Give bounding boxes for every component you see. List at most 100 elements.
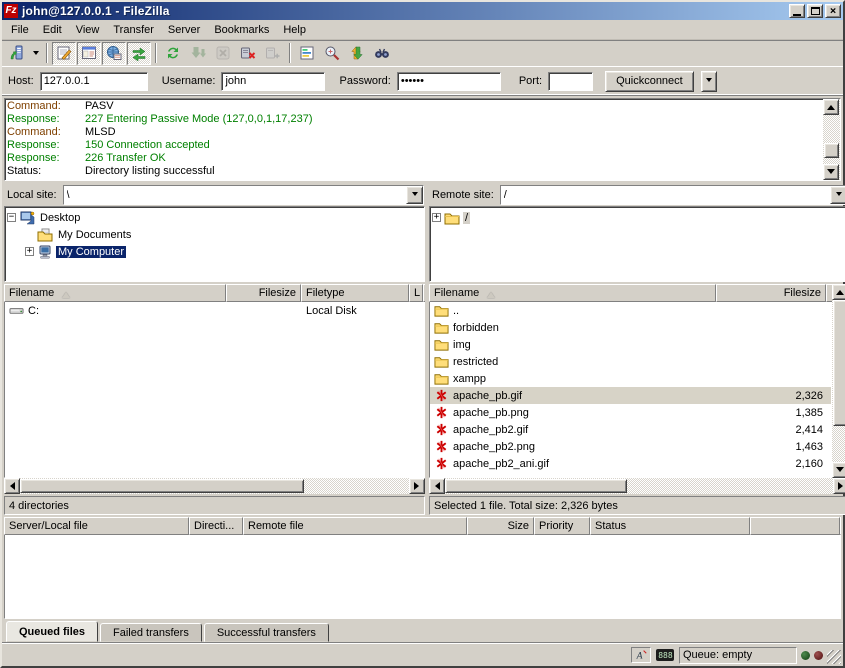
file-row-xampp[interactable]: xampp [430,370,831,387]
title-bar[interactable]: Fz john@127.0.0.1 - FileZilla × [2,2,843,20]
menu-item-view[interactable]: View [69,22,107,38]
remote-hscrollbar[interactable] [429,478,845,494]
close-button[interactable]: × [825,4,841,18]
file-row-apache-pb2-gif[interactable]: apache_pb2.gif2,414 [430,421,831,438]
local-site-input[interactable] [64,186,406,204]
tree-item-label: Desktop [38,212,82,224]
password-input[interactable] [397,72,501,91]
menu-item-file[interactable]: File [4,22,36,38]
quickconnect-dropdown-button[interactable] [701,71,717,92]
refresh-button[interactable] [161,42,185,65]
column-header-server-local-file[interactable]: Server/Local file [4,517,189,535]
remote-site-input[interactable] [501,186,830,204]
username-input[interactable] [221,72,325,91]
tab-queued-files[interactable]: Queued files [6,621,98,642]
file-row-c-[interactable]: C:Local Disk [5,302,424,319]
scroll-up-button[interactable] [832,284,845,300]
file-row-apache-pb2-ani-gif[interactable]: apache_pb2_ani.gif2,160 [430,455,831,472]
column-header-filename[interactable]: Filename [429,284,716,302]
scroll-track[interactable] [823,115,840,164]
scroll-left-button[interactable] [4,478,20,494]
column-header-remote-file[interactable]: Remote file [243,517,467,535]
log-line-text: MLSD [85,126,116,139]
filename-cell: .. [430,302,717,319]
menu-item-edit[interactable]: Edit [36,22,69,38]
remote-vscrollbar[interactable] [832,284,845,478]
minimize-button[interactable] [789,4,805,18]
scroll-left-button[interactable] [429,478,445,494]
filename-cell: apache_pb2.gif [430,421,717,438]
column-header-spacer[interactable] [750,517,840,535]
tree-item-my-documents[interactable]: My Documents [7,226,424,243]
menu-item-transfer[interactable]: Transfer [106,22,161,38]
resize-grip[interactable] [827,650,841,664]
scroll-thumb[interactable] [20,479,304,493]
tab-successful-transfers[interactable]: Successful transfers [204,623,329,642]
directory-comparison-button[interactable] [320,42,344,65]
column-header-filename[interactable]: Filename [4,284,226,302]
remote-site-combo[interactable] [500,185,845,205]
file-row--[interactable]: .. [430,302,831,319]
transfer-type-icon[interactable]: A [631,647,651,663]
feather-icon [434,456,450,472]
column-header-filetype[interactable]: Filetype [301,284,409,302]
column-header-label: Filetype [306,287,345,299]
remote-site-bar: Remote site: [429,184,845,206]
toggle-remote-tree-button[interactable] [102,42,126,65]
menu-item-help[interactable]: Help [276,22,313,38]
column-header-l[interactable]: L [409,284,423,302]
file-row-apache-pb2-png[interactable]: apache_pb2.png1,463 [430,438,831,455]
scroll-thumb[interactable] [445,479,627,493]
column-header-status[interactable]: Status [590,517,750,535]
message-log-vscrollbar[interactable] [823,99,840,180]
scroll-track[interactable] [832,300,845,462]
quickconnect-button[interactable]: Quickconnect [605,71,694,92]
scroll-down-button[interactable] [832,462,845,478]
file-row-img[interactable]: img [430,336,831,353]
menu-item-server[interactable]: Server [161,22,207,38]
column-header-priority[interactable]: Priority [534,517,590,535]
scroll-thumb[interactable] [833,300,845,426]
scroll-track[interactable] [445,478,833,494]
file-row-apache-pb-gif[interactable]: apache_pb.gif2,326 [430,387,831,404]
synchronized-browsing-button[interactable] [345,42,369,65]
column-header-size[interactable]: Size [467,517,534,535]
scroll-track[interactable] [20,478,409,494]
column-header-filesize[interactable]: Filesize [226,284,301,302]
column-header-filesize[interactable]: Filesize [716,284,826,302]
file-row-forbidden[interactable]: forbidden [430,319,831,336]
file-row-apache-pb-png[interactable]: apache_pb.png1,385 [430,404,831,421]
collapse-icon[interactable]: − [7,213,16,222]
port-input[interactable] [548,72,593,91]
tree-item-desktop[interactable]: − Desktop [7,209,424,226]
column-header-directi-[interactable]: Directi... [189,517,243,535]
find-files-button[interactable] [370,42,394,65]
local-site-combo[interactable] [63,185,424,205]
site-manager-button[interactable] [5,42,29,65]
tree-item--[interactable]: +/ [432,209,845,226]
speed-limit-icon[interactable]: 888 [655,647,675,663]
file-row-restricted[interactable]: restricted [430,353,831,370]
expand-icon[interactable]: + [432,213,441,222]
scroll-right-button[interactable] [833,478,845,494]
disconnect-button[interactable] [236,42,260,65]
expand-icon[interactable]: + [25,247,34,256]
remote-site-dropdown-button[interactable] [830,186,845,204]
toolbar-dropdown-button[interactable] [30,42,42,65]
local-site-dropdown-button[interactable] [406,186,423,204]
scroll-down-button[interactable] [823,164,839,180]
host-input[interactable] [40,72,148,91]
log-line-label: Command: [7,100,85,113]
toggle-queue-button[interactable] [127,42,151,65]
tree-item-my-computer[interactable]: +My Computer [7,243,424,260]
toggle-local-tree-button[interactable] [77,42,101,65]
toggle-message-log-button[interactable] [52,42,76,65]
scroll-thumb[interactable] [824,143,839,158]
local-hscrollbar[interactable] [4,478,425,494]
scroll-up-button[interactable] [823,99,839,115]
menu-item-bookmarks[interactable]: Bookmarks [207,22,276,38]
tab-failed-transfers[interactable]: Failed transfers [100,623,202,642]
filename-filters-button[interactable] [295,42,319,65]
maximize-button[interactable] [807,4,823,18]
scroll-right-button[interactable] [409,478,425,494]
